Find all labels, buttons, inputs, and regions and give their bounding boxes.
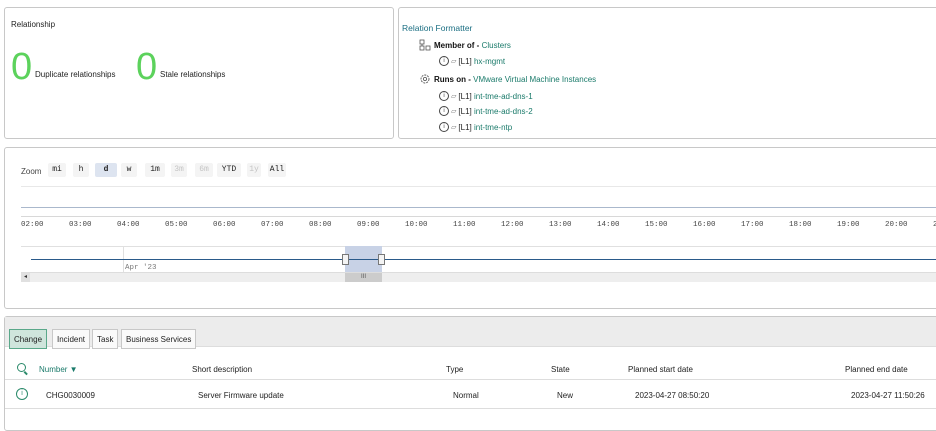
navigator-right-handle[interactable]: [378, 254, 385, 265]
zoom-button-1m[interactable]: 1m: [145, 163, 165, 177]
info-icon[interactable]: i: [439, 91, 449, 101]
runs-on-row: Runs on - VMware Virtual Machine Instanc…: [419, 73, 596, 85]
info-icon[interactable]: i: [16, 388, 28, 400]
zoom-button-w[interactable]: w: [121, 163, 137, 177]
search-icon[interactable]: [17, 363, 26, 372]
column-header-planned-start[interactable]: Planned start date: [628, 365, 693, 374]
column-header-number[interactable]: Number ▼: [39, 365, 78, 374]
timeline-series-line: [21, 207, 936, 208]
runs-item-tag: [L1]: [458, 91, 472, 101]
tab-business-services[interactable]: Business Services: [121, 329, 197, 349]
row-divider: [5, 408, 936, 409]
zoom-label: Zoom: [21, 167, 42, 176]
gear-icon: [420, 74, 430, 84]
runs-item-link[interactable]: int-tme-ad-dns-2: [474, 107, 533, 116]
zoom-button-ytd[interactable]: YTD: [217, 163, 241, 177]
x-axis-tick-label: 11:00: [453, 221, 476, 229]
navigator-left-handle[interactable]: [342, 254, 349, 265]
navigator-date-label: Apr '23: [125, 264, 157, 272]
cell-type: Normal: [453, 391, 479, 400]
document-icon[interactable]: ▱: [451, 92, 456, 100]
scroll-thumb[interactable]: III: [345, 273, 382, 282]
x-axis-line: [21, 216, 936, 217]
grid-line: [21, 186, 936, 187]
document-icon[interactable]: ▱: [451, 57, 456, 65]
member-item-link[interactable]: hx-mgmt: [474, 57, 505, 66]
member-of-target-link[interactable]: Clusters: [482, 41, 511, 50]
tab-task[interactable]: Task: [92, 329, 119, 349]
navigator-series-line: [31, 259, 936, 260]
scroll-left-arrow-icon[interactable]: ◂: [21, 273, 30, 282]
column-header-state[interactable]: State: [551, 365, 570, 374]
member-item-row: i ▱ [L1] hx-mgmt: [439, 56, 505, 66]
zoom-button-all[interactable]: All: [268, 163, 286, 177]
zoom-button-6m: 6m: [195, 163, 213, 177]
member-of-row: Member of - Clusters: [419, 39, 511, 51]
cluster-icon: [419, 39, 431, 51]
tab-incident[interactable]: Incident: [52, 329, 91, 349]
x-axis-tick-label: 09:00: [357, 221, 380, 229]
x-axis-tick-label: 17:00: [741, 221, 764, 229]
info-icon[interactable]: i: [439, 106, 449, 116]
duplicate-count[interactable]: 0: [11, 48, 32, 86]
x-axis-tick-label: 07:00: [261, 221, 284, 229]
cell-number[interactable]: CHG0030009: [46, 391, 95, 400]
runs-on-target-link[interactable]: VMware Virtual Machine Instances: [473, 75, 596, 84]
cell-planned-start: 2023-04-27 08:50:20: [635, 391, 710, 400]
cell-planned-end: 2023-04-27 11:50:26: [851, 391, 925, 400]
runs-on-label: Runs on -: [434, 74, 471, 84]
stale-count[interactable]: 0: [136, 48, 157, 86]
runs-item-tag: [L1]: [458, 106, 472, 116]
x-axis-tick-label: 13:00: [549, 221, 572, 229]
relationship-title: Relationship: [11, 20, 56, 29]
zoom-button-1y: 1y: [247, 163, 261, 177]
relation-formatter-panel: Relation Formatter Member of - Clusters …: [398, 7, 936, 139]
stale-label: Stale relationships: [160, 70, 226, 79]
info-icon[interactable]: i: [439, 56, 449, 66]
cell-short-description: Server Firmware update: [198, 391, 284, 400]
x-axis-tick-label: 10:00: [405, 221, 428, 229]
runs-item-row: i ▱ [L1] int-tme-ntp: [439, 122, 512, 132]
relationship-panel: Relationship 0 Duplicate relationships 0…: [4, 7, 394, 139]
formatter-title: Relation Formatter: [402, 23, 473, 33]
x-axis-tick-label: 18:00: [789, 221, 812, 229]
document-icon[interactable]: ▱: [451, 123, 456, 131]
member-item-tag: [L1]: [458, 56, 472, 66]
x-axis-tick-label: 20:00: [885, 221, 908, 229]
column-header-type[interactable]: Type: [446, 365, 463, 374]
runs-item-row: i ▱ [L1] int-tme-ad-dns-2: [439, 106, 533, 116]
x-axis-tick-label: 03:00: [69, 221, 92, 229]
runs-item-link[interactable]: int-tme-ad-dns-1: [474, 92, 533, 101]
tab-change[interactable]: Change: [9, 329, 48, 349]
x-axis-tick-label: 04:00: [117, 221, 140, 229]
info-icon[interactable]: i: [439, 122, 449, 132]
x-axis-tick-label: 05:00: [165, 221, 188, 229]
x-axis-tick-label: 02:00: [21, 221, 44, 229]
zoom-button-mi[interactable]: mi: [48, 163, 66, 177]
x-axis-tick-label: 15:00: [645, 221, 668, 229]
zoom-button-d[interactable]: d: [95, 163, 117, 177]
zoom-button-3m: 3m: [171, 163, 187, 177]
header-divider: [5, 379, 936, 380]
x-axis-tick-label: 12:00: [501, 221, 524, 229]
runs-item-tag: [L1]: [458, 122, 472, 132]
x-axis-tick-label: 16:00: [693, 221, 716, 229]
column-header-short-description[interactable]: Short description: [192, 365, 252, 374]
zoom-button-h[interactable]: h: [73, 163, 89, 177]
member-of-label: Member of -: [434, 40, 480, 50]
related-records-panel: Change Incident Task Business Services Numb…: [4, 316, 936, 431]
x-axis-tick-label: 08:00: [309, 221, 332, 229]
runs-item-link[interactable]: int-tme-ntp: [474, 123, 512, 132]
timeline-panel: Zoom mi h d w 1m 3m 6m YTD 1y All 02:00 03:00 04:00…: [4, 147, 936, 309]
navigator-scrollbar[interactable]: ◂ III: [21, 272, 936, 282]
x-axis-tick-label: 06:00: [213, 221, 236, 229]
column-header-planned-end[interactable]: Planned end date: [845, 365, 908, 374]
x-axis-tick-label: 19:00: [837, 221, 860, 229]
runs-item-row: i ▱ [L1] int-tme-ad-dns-1: [439, 91, 533, 101]
duplicate-label: Duplicate relationships: [35, 70, 116, 79]
document-icon[interactable]: ▱: [451, 107, 456, 115]
x-axis-tick-label: 14:00: [597, 221, 620, 229]
cell-state: New: [557, 391, 574, 400]
